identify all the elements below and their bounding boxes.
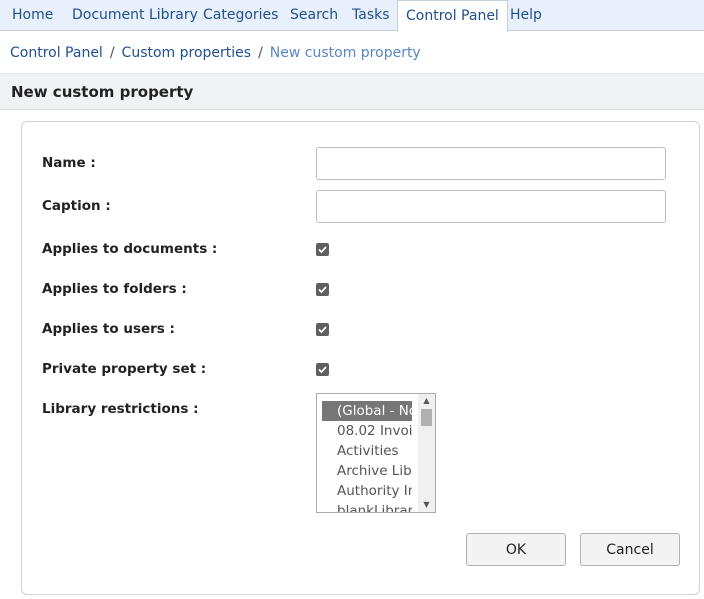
breadcrumb-control-panel[interactable]: Control Panel xyxy=(10,45,103,61)
tab-document-library[interactable]: Document Library xyxy=(72,0,198,31)
list-item[interactable]: 08.02 Invoice xyxy=(322,421,412,441)
name-label: Name : xyxy=(42,155,96,171)
breadcrumb-current: New custom property xyxy=(269,45,421,61)
checkmark-icon xyxy=(318,326,327,334)
ok-button[interactable]: OK xyxy=(466,533,566,566)
listbox-scrollbar[interactable]: ▲ ▼ xyxy=(418,394,435,512)
applies-to-documents-checkbox[interactable] xyxy=(316,243,329,256)
section-header: New custom property xyxy=(0,73,704,110)
list-item[interactable]: Archive Libra xyxy=(322,461,412,481)
list-item[interactable]: Authority Inte xyxy=(322,481,412,501)
scroll-up-arrow-icon[interactable]: ▲ xyxy=(418,394,435,408)
private-property-set-checkbox[interactable] xyxy=(316,363,329,376)
scrollbar-thumb[interactable] xyxy=(421,409,432,426)
tab-search[interactable]: Search xyxy=(290,0,338,31)
tab-tasks[interactable]: Tasks xyxy=(352,0,390,31)
checkmark-icon xyxy=(318,246,327,254)
breadcrumb: Control Panel / Custom properties / New cust… xyxy=(10,43,421,63)
page-title: New custom property xyxy=(11,83,194,101)
library-restrictions-listbox[interactable]: (Global - No 08.02 Invoice Activities Ar… xyxy=(316,393,436,513)
scroll-down-arrow-icon[interactable]: ▼ xyxy=(418,498,435,512)
private-property-set-label: Private property set : xyxy=(42,361,207,377)
list-item[interactable]: Activities xyxy=(322,441,412,461)
library-restrictions-label: Library restrictions : xyxy=(42,401,199,417)
name-input[interactable] xyxy=(316,147,666,180)
applies-to-users-checkbox[interactable] xyxy=(316,323,329,336)
tab-help[interactable]: Help xyxy=(510,0,542,31)
caption-input[interactable] xyxy=(316,190,666,223)
checkmark-icon xyxy=(318,286,327,294)
tab-categories[interactable]: Categories xyxy=(203,0,278,31)
breadcrumb-custom-properties[interactable]: Custom properties xyxy=(122,45,252,61)
top-navigation: Home Document Library Categories Search … xyxy=(0,0,704,32)
applies-to-folders-checkbox[interactable] xyxy=(316,283,329,296)
tab-home[interactable]: Home xyxy=(12,0,53,31)
list-item[interactable]: (Global - No xyxy=(322,401,412,421)
caption-label: Caption : xyxy=(42,198,111,214)
checkmark-icon xyxy=(318,366,327,374)
breadcrumb-separator: / xyxy=(258,45,263,61)
applies-to-users-label: Applies to users : xyxy=(42,321,175,337)
list-item[interactable]: blankLibrary xyxy=(322,501,412,512)
cancel-button[interactable]: Cancel xyxy=(580,533,680,566)
tab-control-panel[interactable]: Control Panel xyxy=(397,0,508,32)
applies-to-documents-label: Applies to documents : xyxy=(42,241,218,257)
applies-to-folders-label: Applies to folders : xyxy=(42,281,187,297)
breadcrumb-separator: / xyxy=(109,45,115,61)
